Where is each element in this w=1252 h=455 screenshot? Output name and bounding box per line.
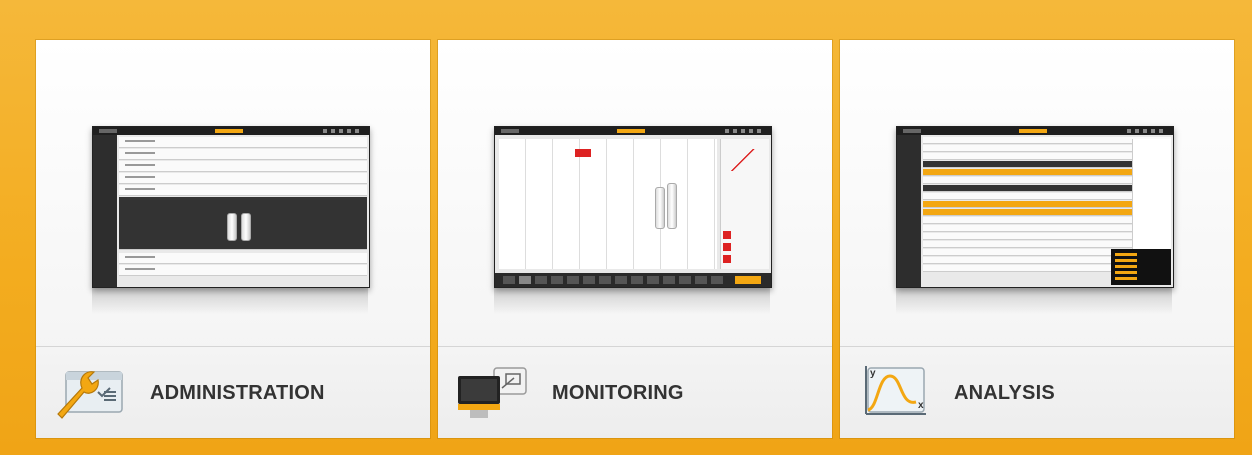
card-analysis[interactable]: y x ANALYSIS xyxy=(840,40,1234,438)
card-label-administration[interactable]: ADMINISTRATION xyxy=(150,382,325,405)
preview-reflection xyxy=(92,288,368,314)
monitor-display-icon xyxy=(458,367,527,418)
administration-preview-image xyxy=(92,126,370,288)
chart-curve-icon: y x xyxy=(865,366,926,415)
app-launcher: ADMINISTRATION MONITORING y x ANALYSIS xyxy=(0,0,1252,455)
preview-reflection xyxy=(494,288,770,314)
card-label-monitoring[interactable]: MONITORING xyxy=(552,382,684,405)
analysis-preview-image xyxy=(896,126,1174,288)
svg-text:y: y xyxy=(870,368,876,379)
preview-reflection xyxy=(896,288,1172,314)
monitoring-preview-image xyxy=(494,126,772,288)
admin-wrench-icon xyxy=(57,371,123,419)
card-monitoring[interactable]: MONITORING xyxy=(438,40,832,438)
card-label-analysis[interactable]: ANALYSIS xyxy=(954,382,1055,405)
card-administration[interactable]: ADMINISTRATION xyxy=(36,40,430,438)
svg-text:x: x xyxy=(918,400,924,411)
